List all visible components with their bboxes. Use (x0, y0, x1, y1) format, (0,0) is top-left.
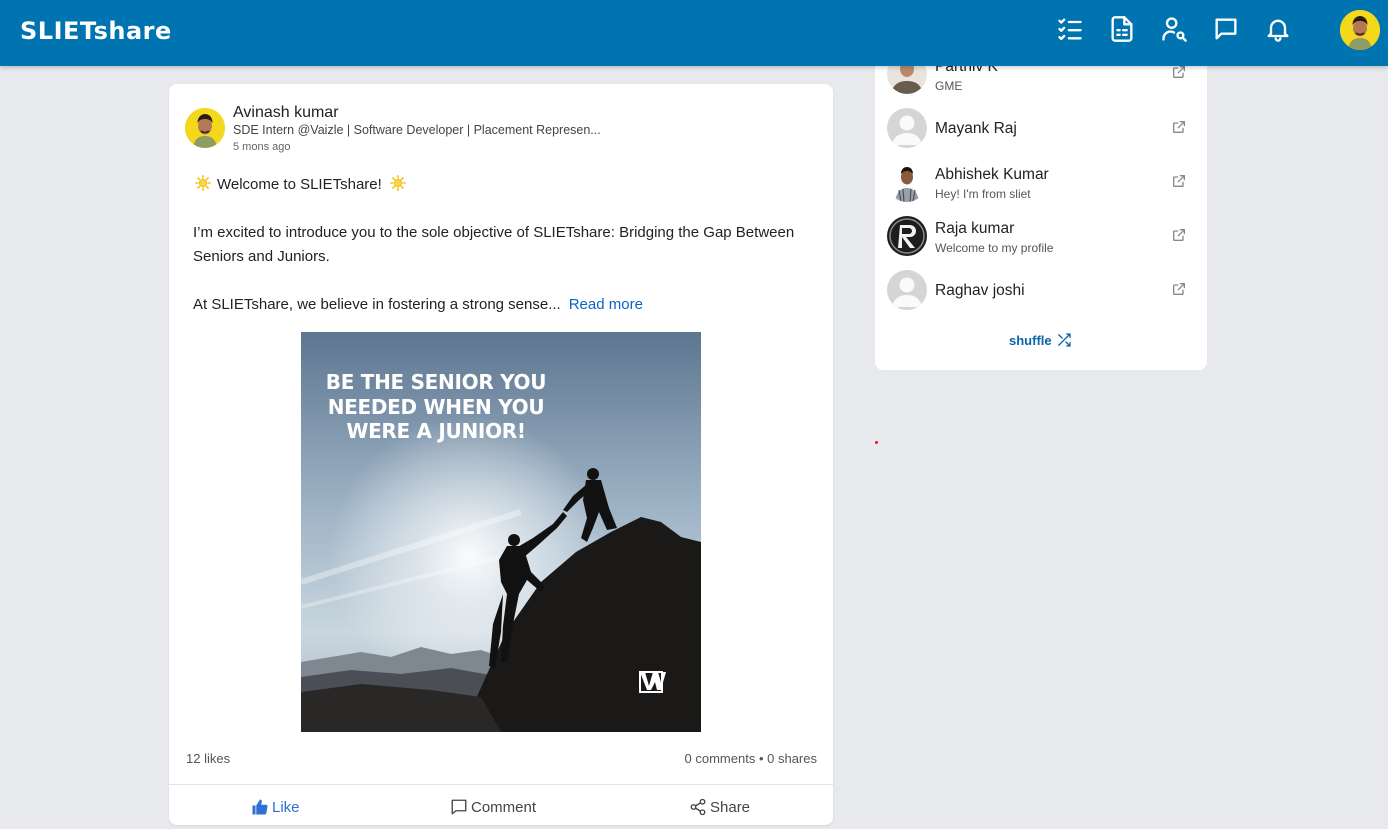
profile-item-raja-kumar[interactable]: Raja kumar Welcome to my profile (887, 216, 1197, 256)
share-icon (690, 798, 706, 816)
profile-item-raghav-joshi[interactable]: Raghav joshi (887, 270, 1197, 310)
stats-separator: • (755, 751, 768, 766)
post-excerpt-text: At SLIETshare, we believe in fostering a… (193, 296, 561, 313)
shuffle-button[interactable]: shuffle (1009, 332, 1072, 348)
message-icon[interactable] (1212, 15, 1240, 43)
likes-count[interactable]: 12 likes (186, 751, 230, 766)
profile-avatar (887, 216, 927, 256)
suggested-profiles-card: Parthiv K GME Mayank Raj Abhishek Kumar … (875, 40, 1207, 370)
external-link-icon[interactable] (1171, 173, 1189, 191)
profile-item-abhishek-kumar[interactable]: Abhishek Kumar Hey! I'm from sliet (887, 162, 1197, 202)
author-name[interactable]: Avinash kumar (233, 104, 339, 122)
user-avatar[interactable] (1340, 10, 1380, 50)
shuffle-label: shuffle (1009, 332, 1052, 348)
shuffle-icon (1057, 333, 1071, 347)
author-avatar[interactable] (185, 108, 225, 148)
like-button[interactable]: Like (251, 796, 300, 818)
post-paragraph-excerpt: At SLIETshare, we believe in fostering a… (193, 293, 817, 317)
external-link-icon[interactable] (1171, 64, 1189, 82)
profile-name: Mayank Raj (935, 120, 1017, 137)
post-welcome-text: Welcome to SLIETshare! (217, 176, 382, 193)
document-icon[interactable] (1108, 15, 1136, 43)
post-image[interactable]: BE THE SENIOR YOU NEEDED WHEN YOU WERE A… (301, 332, 701, 732)
sun-emoji-icon (389, 175, 406, 191)
profile-avatar (887, 108, 927, 148)
author-bio: SDE Intern @Vaizle | Software Developer … (233, 123, 601, 137)
profile-subtitle: GME (935, 79, 963, 93)
action-divider (169, 784, 833, 785)
profile-subtitle: Hey! I'm from sliet (935, 187, 1031, 201)
list-check-icon[interactable] (1056, 15, 1084, 43)
external-link-icon[interactable] (1171, 119, 1189, 137)
comment-label: Comment (471, 798, 537, 816)
post-stats: 0 comments • 0 shares (685, 751, 817, 766)
comments-count[interactable]: 0 comments (685, 751, 756, 766)
post-paragraph-welcome: Welcome to SLIETshare! (193, 173, 817, 197)
share-label: Share (710, 798, 751, 816)
shares-count[interactable]: 0 shares (767, 751, 817, 766)
share-button[interactable]: Share (689, 796, 750, 818)
thumbs-up-icon (252, 799, 268, 815)
read-more-link[interactable]: Read more (569, 296, 643, 313)
top-navbar: SLIETshare (0, 0, 1388, 66)
bell-icon[interactable] (1264, 15, 1292, 43)
profile-name: Abhishek Kumar (935, 166, 1049, 183)
user-search-icon[interactable] (1160, 15, 1188, 43)
external-link-icon[interactable] (1171, 281, 1189, 299)
image-caption: BE THE SENIOR YOU NEEDED WHEN YOU WERE A… (325, 370, 547, 443)
sun-emoji-icon (195, 175, 211, 191)
stray-dot (875, 441, 878, 444)
comment-button[interactable]: Comment (450, 796, 536, 818)
profile-name: Raja kumar (935, 220, 1015, 237)
post-timestamp: 5 mons ago (233, 141, 291, 153)
profile-item-mayank-raj[interactable]: Mayank Raj (887, 108, 1197, 148)
brand-logo[interactable]: SLIETshare (20, 17, 172, 45)
like-label: Like (272, 798, 300, 816)
profile-subtitle: Welcome to my profile (935, 241, 1054, 255)
profile-avatar (887, 162, 927, 202)
profile-name: Raghav joshi (935, 282, 1025, 299)
post-card: Avinash kumar SDE Intern @Vaizle | Softw… (169, 84, 833, 825)
post-paragraph-intro: I’m excited to introduce you to the sole… (193, 224, 795, 265)
profile-avatar (887, 270, 927, 310)
external-link-icon[interactable] (1171, 227, 1189, 245)
post-body: Welcome to SLIETshare! I’m excited to in… (193, 173, 817, 341)
comment-icon (451, 799, 467, 815)
